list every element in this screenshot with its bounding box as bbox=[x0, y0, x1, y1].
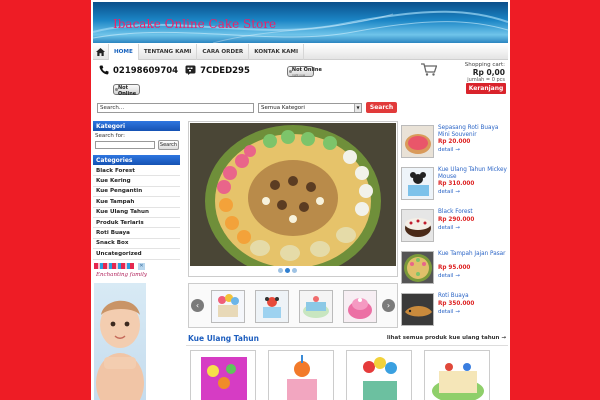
categories-list: Black Forest Kue Kering Kue Pengantin Ku… bbox=[93, 166, 180, 260]
carousel-thumb[interactable] bbox=[299, 290, 333, 323]
chevron-right-icon[interactable]: › bbox=[382, 299, 395, 312]
carousel-thumb[interactable] bbox=[211, 290, 245, 323]
nav-tentang-kami[interactable]: TENTANG KAMI bbox=[139, 43, 198, 60]
kategori-search-box: Search for: Search bbox=[93, 132, 180, 154]
carousel-thumb[interactable] bbox=[255, 290, 289, 323]
product-item[interactable]: Kue Tampah Jajan Pasar Rp 95.000 detail … bbox=[398, 248, 508, 290]
product-name[interactable]: Kue Ulang Tahun Mickey Mouse bbox=[438, 167, 508, 181]
product-name[interactable]: Roti Buaya bbox=[438, 293, 508, 300]
search-bar: Semua Kategori ▼ Search bbox=[97, 102, 397, 113]
kategori-search-input[interactable] bbox=[95, 141, 155, 149]
ad-baby-photo[interactable] bbox=[94, 283, 146, 400]
product-item[interactable]: Black Forest Rp 290.000 detail → bbox=[398, 206, 508, 248]
category-item[interactable]: Black Forest bbox=[93, 166, 180, 177]
product-item[interactable]: Kue Ulang Tahun Mickey Mouse Rp 310.000 … bbox=[398, 164, 508, 206]
status-subtext: right now bbox=[118, 91, 132, 95]
product-image[interactable] bbox=[401, 167, 434, 200]
product-image[interactable] bbox=[401, 209, 434, 242]
phone-number: 02198609704 bbox=[113, 66, 179, 76]
product-card[interactable] bbox=[268, 350, 334, 400]
category-select-value: Semua Kategori bbox=[261, 104, 305, 111]
category-item[interactable]: Kue Ulang Tahun bbox=[93, 208, 180, 218]
slider-dot-active[interactable] bbox=[285, 268, 290, 273]
product-detail-link[interactable]: detail → bbox=[438, 189, 460, 195]
product-item[interactable]: Roti Buaya Rp 350.000 detail → bbox=[398, 290, 508, 332]
see-all-birthday-cakes-link[interactable]: lihat semua produk kue ulang tahun → bbox=[387, 335, 506, 341]
bbm-pin: 7CDED295 bbox=[200, 66, 250, 76]
kategori-header: Kategori bbox=[93, 121, 180, 131]
search-for-label: Search for: bbox=[95, 133, 125, 139]
ad-banner-top: ✕ bbox=[94, 262, 146, 270]
category-select[interactable]: Semua Kategori ▼ bbox=[258, 102, 362, 113]
product-name[interactable]: Kue Tampah Jajan Pasar bbox=[438, 251, 508, 258]
product-price: Rp 290.000 bbox=[438, 217, 475, 223]
product-name[interactable]: Black Forest bbox=[438, 209, 508, 216]
home-icon[interactable] bbox=[93, 43, 109, 60]
product-price: Rp 20.000 bbox=[438, 139, 471, 145]
thumbnail-carousel: ‹ › bbox=[188, 283, 398, 328]
product-card[interactable] bbox=[190, 350, 256, 400]
section-title[interactable]: Kue Ulang Tahun bbox=[188, 334, 259, 343]
search-input[interactable] bbox=[97, 102, 254, 113]
slider-dot[interactable] bbox=[278, 268, 283, 273]
product-image[interactable] bbox=[401, 293, 434, 326]
product-item[interactable]: Sepasang Roti Buaya Mini Souvenir Rp 20.… bbox=[398, 122, 508, 164]
category-item[interactable]: Produk Terlaris bbox=[93, 218, 180, 229]
categories-header: Categories bbox=[93, 155, 180, 165]
product-price: Rp 95.000 bbox=[438, 265, 471, 271]
slider-dot[interactable] bbox=[292, 268, 297, 273]
status-subtext: right now bbox=[291, 72, 306, 77]
cart-summary: Shopping cart: Rp 0,00 jumlah = 0 pcs bbox=[465, 62, 505, 83]
store-title[interactable]: Ibacake Online Cake Store bbox=[113, 17, 276, 31]
chevron-down-icon: ▼ bbox=[354, 103, 361, 112]
category-item[interactable]: Kue Kering bbox=[93, 176, 180, 187]
product-detail-link[interactable]: detail → bbox=[438, 225, 460, 231]
slider-image-kue-tampah[interactable] bbox=[190, 123, 396, 266]
category-item[interactable]: Kue Pengantin bbox=[93, 187, 180, 198]
hero-slider[interactable] bbox=[188, 121, 398, 277]
kategori-search-button[interactable]: Search bbox=[158, 140, 179, 150]
carousel-thumb[interactable] bbox=[343, 290, 377, 323]
keranjang-button[interactable]: Keranjang bbox=[466, 83, 506, 94]
ad-close-icon[interactable]: ✕ bbox=[138, 262, 145, 270]
product-card[interactable] bbox=[346, 350, 412, 400]
product-name[interactable]: Sepasang Roti Buaya Mini Souvenir bbox=[438, 125, 508, 139]
category-item[interactable]: Snack Box bbox=[93, 239, 180, 250]
bbm-icon bbox=[185, 65, 196, 77]
header-banner: Ibacake Online Cake Store bbox=[93, 2, 508, 43]
product-image[interactable] bbox=[401, 251, 434, 284]
nav-cara-order[interactable]: CARA ORDER bbox=[197, 43, 250, 60]
product-detail-link[interactable]: detail → bbox=[438, 309, 460, 315]
product-price: Rp 310.000 bbox=[438, 181, 475, 187]
shopping-cart-icon[interactable] bbox=[421, 63, 438, 78]
contact-bar: 02198609704 7CDED295 Not Online right no… bbox=[99, 64, 322, 78]
product-image[interactable] bbox=[401, 125, 434, 158]
product-detail-link[interactable]: detail → bbox=[438, 147, 460, 153]
ad-brand-logo[interactable]: Enchanting family bbox=[96, 272, 147, 278]
slider-dots bbox=[278, 268, 297, 273]
product-detail-link[interactable]: detail → bbox=[438, 273, 460, 279]
product-price: Rp 350.000 bbox=[438, 301, 475, 307]
section-divider bbox=[186, 345, 508, 346]
category-item[interactable]: Kue Tampah bbox=[93, 197, 180, 208]
ad-stripes bbox=[94, 263, 134, 269]
page-container: Ibacake Online Cake Store HOME TENTANG K… bbox=[91, 0, 510, 400]
nav-kontak-kami[interactable]: KONTAK KAMI bbox=[249, 43, 305, 60]
online-status-badge-2[interactable]: Not Online right now bbox=[113, 84, 140, 97]
featured-products-list: Sepasang Roti Buaya Mini Souvenir Rp 20.… bbox=[398, 120, 508, 330]
nav-home[interactable]: HOME bbox=[109, 43, 139, 60]
search-button[interactable]: Search bbox=[366, 102, 397, 113]
main-nav: HOME TENTANG KAMI CARA ORDER KONTAK KAMI bbox=[93, 43, 508, 60]
online-status-badge[interactable]: Not Online right now bbox=[286, 65, 322, 77]
cart-amount: Rp 0,00 bbox=[472, 68, 505, 77]
phone-icon bbox=[99, 65, 109, 77]
category-item[interactable]: Roti Buaya bbox=[93, 228, 180, 239]
chevron-left-icon[interactable]: ‹ bbox=[191, 299, 204, 312]
category-item[interactable]: Uncategorized bbox=[93, 249, 180, 260]
product-card[interactable] bbox=[424, 350, 490, 400]
